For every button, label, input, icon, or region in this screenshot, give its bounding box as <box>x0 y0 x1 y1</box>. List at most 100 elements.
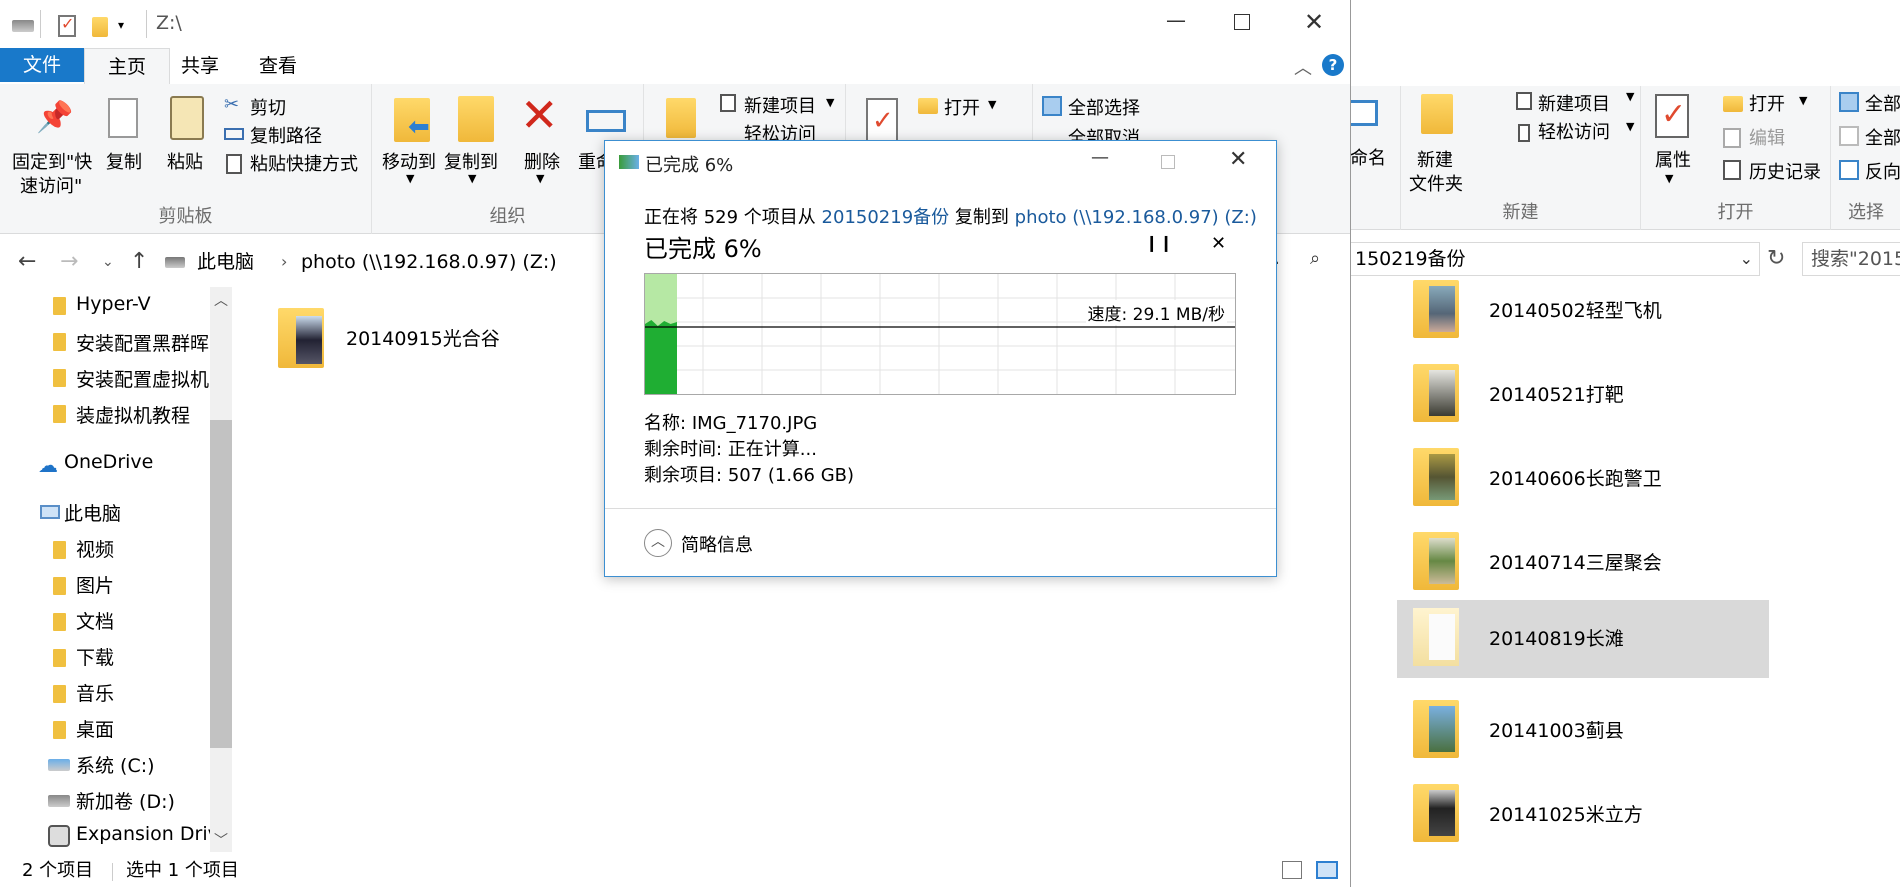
close-button[interactable]: ✕ <box>1304 8 1324 36</box>
dropdown-arrow-icon[interactable]: ▼ <box>1626 120 1634 133</box>
dropdown-arrow-icon[interactable]: ▼ <box>406 172 414 185</box>
less-details-button[interactable]: 简略信息 <box>681 531 753 557</box>
rename-icon[interactable] <box>586 110 626 132</box>
sidebar-item-downloads[interactable]: 下载 <box>76 643 114 670</box>
cancel-icon[interactable]: ✕ <box>1211 233 1226 254</box>
sidebar-item[interactable]: 安装配置黑群晖 <box>76 329 209 356</box>
sidebar-item[interactable]: 装虚拟机教程 <box>76 401 190 428</box>
new-folder-label-2[interactable]: 文件夹 <box>1409 170 1463 196</box>
pause-icon[interactable]: ❙❙ <box>1145 233 1174 252</box>
sidebar-item-documents[interactable]: 文档 <box>76 607 114 634</box>
list-item[interactable]: 20141003蓟县 <box>1397 692 1769 770</box>
refresh-icon[interactable]: ↻ <box>1767 242 1785 276</box>
customize-toolbar-icon[interactable]: ▾ <box>118 18 124 32</box>
chevron-down-icon[interactable]: ⌄ <box>1740 243 1753 275</box>
move-to-label[interactable]: 移动到 <box>382 148 436 174</box>
cut-label[interactable]: 剪切 <box>250 94 286 120</box>
sidebar-item-music[interactable]: 音乐 <box>76 679 114 706</box>
destination-link[interactable]: photo (\\192.168.0.97) (Z:) <box>1015 207 1257 228</box>
paste-shortcut-label[interactable]: 粘贴快捷方式 <box>250 150 358 176</box>
tab-view[interactable]: 查看 <box>250 48 306 84</box>
dropdown-arrow-icon[interactable]: ▼ <box>1799 94 1807 107</box>
right-search-input[interactable]: 搜索"2015 <box>1802 242 1900 276</box>
copy-path-label[interactable]: 复制路径 <box>250 122 322 148</box>
right-new-item[interactable]: 新建项目 <box>1538 90 1610 116</box>
sidebar-item-desktop[interactable]: 桌面 <box>76 715 114 742</box>
breadcrumb-location[interactable]: photo (\\192.168.0.97) (Z:) <box>301 246 557 278</box>
back-icon[interactable]: ← <box>18 246 36 278</box>
scroll-up-icon[interactable]: ︿ <box>214 290 228 310</box>
new-folder-icon[interactable] <box>666 98 696 138</box>
delete-label[interactable]: 删除 <box>524 148 560 174</box>
search-icon[interactable]: ⌕ <box>1310 248 1320 269</box>
scroll-down-icon[interactable]: ﹀ <box>214 830 228 850</box>
dropdown-arrow-icon[interactable]: ▼ <box>1665 172 1673 185</box>
list-item[interactable]: 20140714三屋聚会 <box>1397 524 1769 602</box>
dropdown-arrow-icon[interactable]: ▼ <box>536 172 544 185</box>
list-item[interactable]: 20140606长跑警卫 <box>1397 440 1769 518</box>
copy-to-icon[interactable] <box>458 96 494 142</box>
minimize-button[interactable]: — <box>1166 8 1186 32</box>
right-easy-access[interactable]: 轻松访问 <box>1538 118 1610 144</box>
collapse-ribbon-icon[interactable]: ︿ <box>1294 54 1312 80</box>
list-item[interactable]: 20140502轻型飞机 <box>1397 272 1769 350</box>
list-item[interactable]: 20140819长滩 <box>1397 600 1769 678</box>
copy-label[interactable]: 复制 <box>106 148 142 174</box>
dropdown-arrow-icon[interactable]: ▼ <box>468 172 476 185</box>
breadcrumb-this-pc[interactable]: 此电脑 <box>197 246 254 278</box>
paste-label[interactable]: 粘贴 <box>167 148 203 174</box>
help-icon[interactable]: ? <box>1322 54 1344 76</box>
dropdown-arrow-icon[interactable]: ▼ <box>826 96 834 109</box>
open-label[interactable]: 打开 <box>944 94 980 120</box>
delete-icon[interactable]: ✕ <box>520 90 559 140</box>
sidebar-item-this-pc[interactable]: 此电脑 <box>64 499 121 526</box>
sidebar-item[interactable]: 安装配置虚拟机 <box>76 365 209 392</box>
paste-icon[interactable] <box>170 96 204 140</box>
sidebar-item-pictures[interactable]: 图片 <box>76 571 114 598</box>
right-address-bar[interactable]: 150219备份 ⌄ <box>1350 242 1760 276</box>
dropdown-arrow-icon[interactable]: ▼ <box>988 98 996 111</box>
dialog-minimize-button[interactable]: — <box>1091 147 1109 168</box>
properties-label[interactable]: 属性 <box>1655 146 1691 172</box>
right-select-all[interactable]: 全部选择 <box>1865 90 1900 116</box>
right-open[interactable]: 打开 <box>1749 90 1785 116</box>
details-view-icon[interactable] <box>1282 861 1302 879</box>
sidebar-item-hyper-v[interactable]: Hyper-V <box>76 293 151 315</box>
new-folder-icon[interactable] <box>1421 94 1453 134</box>
pin-label-1[interactable]: 固定到"快 <box>12 148 92 174</box>
recent-locations-icon[interactable]: ⌄ <box>102 246 114 278</box>
tab-file[interactable]: 文件 <box>0 48 84 82</box>
forward-icon[interactable]: → <box>60 246 78 278</box>
new-item-label[interactable]: 新建项目 <box>744 92 816 118</box>
pin-label-2[interactable]: 速访问" <box>20 172 82 198</box>
sidebar-item-videos[interactable]: 视频 <box>76 535 114 562</box>
tab-share[interactable]: 共享 <box>172 48 228 84</box>
tab-home[interactable]: 主页 <box>84 48 170 84</box>
maximize-button[interactable] <box>1234 14 1250 30</box>
copy-icon[interactable] <box>108 98 138 138</box>
right-edit[interactable]: 编辑 <box>1749 124 1785 150</box>
new-folder-icon[interactable] <box>92 17 108 37</box>
list-item[interactable]: 20141025米立方 <box>1397 776 1769 854</box>
source-link[interactable]: 20150219备份 <box>822 207 950 228</box>
right-select-none[interactable]: 全部取消 <box>1865 124 1900 150</box>
chevron-up-icon[interactable]: ︿ <box>644 529 672 557</box>
address-bar[interactable]: 此电脑 › photo (\\192.168.0.97) (Z:) <box>155 246 605 280</box>
sidebar-item-drive-d[interactable]: 新加卷 (D:) <box>76 787 175 814</box>
select-all-label[interactable]: 全部选择 <box>1068 94 1140 120</box>
pin-icon[interactable]: 📌 <box>36 100 73 135</box>
right-invert[interactable]: 反向选择 <box>1865 158 1900 184</box>
copy-to-label[interactable]: 复制到 <box>444 148 498 174</box>
sidebar-item-onedrive[interactable]: OneDrive <box>64 451 153 473</box>
up-icon[interactable]: ↑ <box>130 246 148 278</box>
breadcrumb-separator-icon[interactable]: › <box>281 246 287 278</box>
dropdown-arrow-icon[interactable]: ▼ <box>1626 90 1634 103</box>
sidebar-item-drive-c[interactable]: 系统 (C:) <box>76 751 155 778</box>
right-history[interactable]: 历史记录 <box>1749 158 1821 184</box>
new-folder-label-1[interactable]: 新建 <box>1417 146 1453 172</box>
dialog-close-button[interactable]: ✕ <box>1229 147 1247 172</box>
sidebar-item-expansion-drive[interactable]: Expansion Drive <box>76 823 231 845</box>
sidebar-scrollbar-thumb[interactable] <box>210 420 232 748</box>
large-icons-view-icon[interactable] <box>1316 861 1338 879</box>
list-item[interactable]: 20140521打靶 <box>1397 356 1769 434</box>
